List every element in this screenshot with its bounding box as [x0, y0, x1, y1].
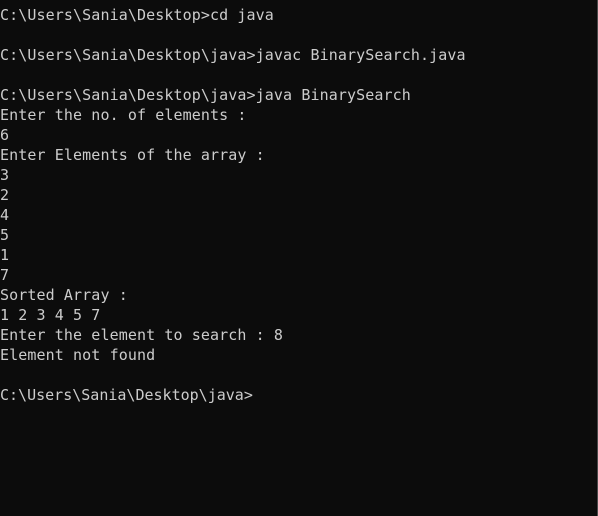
console-window[interactable]: C:\Users\Sania\Desktop>cd java C:\Users\…	[0, 0, 598, 516]
input-line: 2	[0, 186, 10, 204]
output-line: 1 2 3 4 5 7	[0, 306, 101, 324]
output-line: Enter the element to search : 8	[0, 326, 284, 344]
input-line: 3	[0, 166, 10, 184]
prompt-javac-command: C:\Users\Sania\Desktop\java>javac Binary…	[0, 46, 466, 64]
output-line: Enter Elements of the array :	[0, 146, 265, 164]
current-prompt[interactable]: C:\Users\Sania\Desktop\java>	[0, 385, 597, 405]
input-line: 4	[0, 206, 10, 224]
output-line: Element not found	[0, 346, 156, 364]
output-line: Sorted Array :	[0, 286, 128, 304]
prompt-cd-command: C:\Users\Sania\Desktop>cd java	[0, 6, 274, 24]
input-line: 6	[0, 126, 10, 144]
input-line: 5	[0, 226, 10, 244]
output-line: Enter the no. of elements :	[0, 106, 247, 124]
input-line: 7	[0, 266, 10, 284]
prompt-java-command: C:\Users\Sania\Desktop\java>java BinaryS…	[0, 86, 411, 104]
input-line: 1	[0, 246, 10, 264]
